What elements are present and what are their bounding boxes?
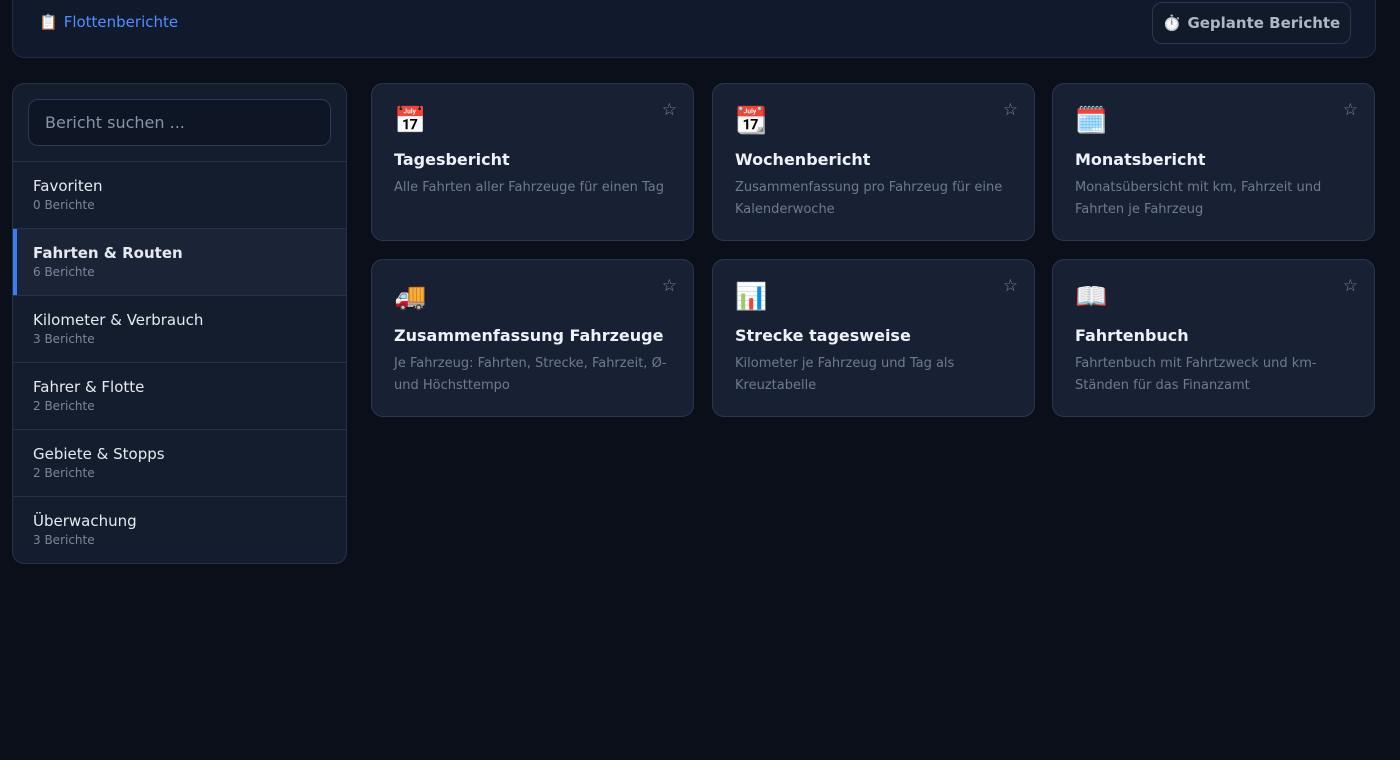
- sidebar-item-count: 3 Berichte: [33, 533, 95, 547]
- sidebar-item-label: Favoriten: [33, 177, 103, 195]
- sidebar-item-kilometer-verbrauch[interactable]: Kilometer & Verbrauch 3 Berichte: [13, 296, 346, 363]
- card-title: Zusammenfassung Fahrzeuge: [394, 326, 664, 345]
- open-book-icon: 📖: [1075, 282, 1108, 312]
- card-description: Je Fahrzeug: Fahrten, Strecke, Fahrzeit,…: [394, 356, 667, 393]
- sidebar-item-ueberwachung[interactable]: Überwachung 3 Berichte: [13, 497, 346, 563]
- sidebar-item-fahrten-routen[interactable]: Fahrten & Routen 6 Berichte: [13, 229, 346, 296]
- tear-off-calendar-icon: 📆: [735, 106, 768, 136]
- scheduled-reports-button[interactable]: ⏱️ Geplante Berichte: [1152, 2, 1351, 44]
- card-title: Tagesbericht: [394, 150, 510, 169]
- star-icon[interactable]: ☆: [1343, 276, 1358, 296]
- spiral-calendar-icon: 🗓️: [1075, 106, 1108, 136]
- breadcrumb[interactable]: 📋 Flottenberichte: [39, 13, 178, 31]
- card-description: Alle Fahrten aller Fahrzeuge für einen T…: [394, 180, 665, 195]
- card-title: Strecke tagesweise: [735, 326, 911, 345]
- scheduled-reports-label: Geplante Berichte: [1187, 14, 1341, 32]
- truck-icon: 🚚: [394, 282, 427, 312]
- sidebar-item-favoriten[interactable]: Favoriten 0 Berichte: [13, 162, 346, 229]
- report-card-tagesbericht[interactable]: 📅 ☆ Tagesbericht Alle Fahrten aller Fahr…: [371, 83, 694, 241]
- search-wrapper: [13, 84, 346, 162]
- sidebar-item-count: 3 Berichte: [33, 332, 95, 346]
- report-card-fahrtenbuch[interactable]: 📖 ☆ Fahrtenbuch Fahrtenbuch mit Fahrtzwe…: [1052, 259, 1375, 417]
- sidebar-item-count: 2 Berichte: [33, 466, 95, 480]
- clipboard-icon: 📋: [39, 13, 58, 31]
- bar-chart-icon: 📊: [735, 282, 768, 312]
- card-title: Monatsbericht: [1075, 150, 1206, 169]
- star-icon[interactable]: ☆: [1003, 276, 1018, 296]
- card-title: Wochenbericht: [735, 150, 871, 169]
- card-description: Fahrtenbuch mit Fahrtzweck und km-Stände…: [1075, 356, 1317, 393]
- top-bar: 📋 Flottenberichte ⏱️ Geplante Berichte: [12, 0, 1376, 58]
- breadcrumb-label: Flottenberichte: [63, 13, 179, 31]
- sidebar-item-gebiete-stopps[interactable]: Gebiete & Stopps 2 Berichte: [13, 430, 346, 497]
- sidebar-item-label: Gebiete & Stopps: [33, 445, 165, 463]
- sidebar-item-label: Kilometer & Verbrauch: [33, 311, 204, 329]
- report-card-monatsbericht[interactable]: 🗓️ ☆ Monatsbericht Monatsübersicht mit k…: [1052, 83, 1375, 241]
- sidebar-item-fahrer-flotte[interactable]: Fahrer & Flotte 2 Berichte: [13, 363, 346, 430]
- stopwatch-icon: ⏱️: [1162, 14, 1182, 32]
- sidebar-item-count: 6 Berichte: [33, 265, 95, 279]
- star-icon[interactable]: ☆: [662, 276, 677, 296]
- star-icon[interactable]: ☆: [662, 100, 677, 120]
- card-description: Kilometer je Fahrzeug und Tag als Kreuzt…: [735, 356, 955, 393]
- calendar-icon: 📅: [394, 106, 427, 136]
- search-input[interactable]: [28, 99, 331, 146]
- card-title: Fahrtenbuch: [1075, 326, 1189, 345]
- report-card-wochenbericht[interactable]: 📆 ☆ Wochenbericht Zusammenfassung pro Fa…: [712, 83, 1035, 241]
- report-card-zusammenfassung-fahrzeuge[interactable]: 🚚 ☆ Zusammenfassung Fahrzeuge Je Fahrzeu…: [371, 259, 694, 417]
- star-icon[interactable]: ☆: [1343, 100, 1358, 120]
- report-card-strecke-tagesweise[interactable]: 📊 ☆ Strecke tagesweise Kilometer je Fahr…: [712, 259, 1035, 417]
- sidebar-item-label: Fahrer & Flotte: [33, 378, 145, 396]
- card-description: Zusammenfassung pro Fahrzeug für eine Ka…: [735, 180, 1003, 217]
- card-description: Monatsübersicht mit km, Fahrzeit und Fah…: [1075, 180, 1322, 217]
- sidebar-item-label: Fahrten & Routen: [33, 244, 183, 262]
- category-sidebar: Favoriten 0 Berichte Fahrten & Routen 6 …: [12, 83, 347, 564]
- sidebar-item-count: 0 Berichte: [33, 198, 95, 212]
- sidebar-item-count: 2 Berichte: [33, 399, 95, 413]
- star-icon[interactable]: ☆: [1003, 100, 1018, 120]
- sidebar-item-label: Überwachung: [33, 512, 137, 530]
